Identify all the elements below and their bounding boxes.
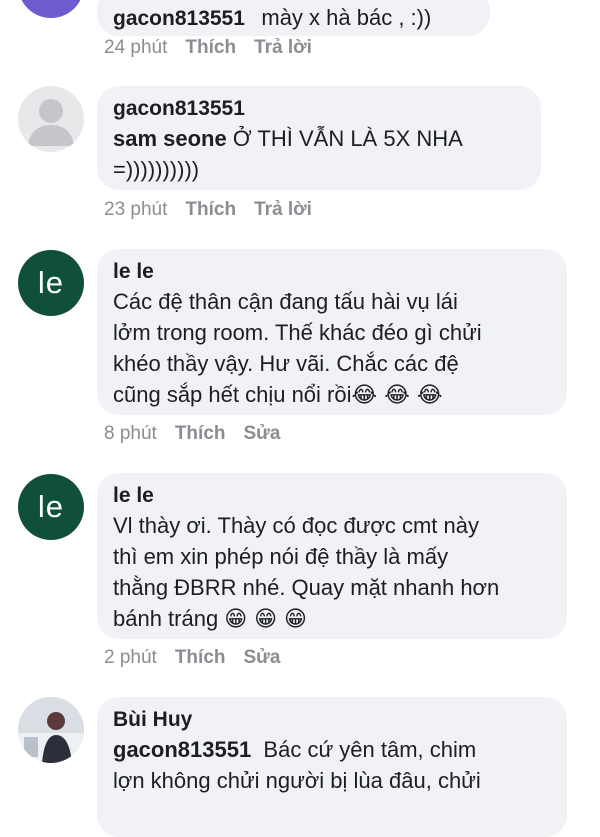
reply-button[interactable]: Trả lời [254,199,312,221]
comment-author[interactable]: le le [113,482,551,510]
comment-meta: 23 phút Thích Trả lời [104,199,312,221]
comment-time: 23 phút [104,199,168,220]
comment-text: gacon813551 Bác cứ yên tâm, chim lợn khô… [113,737,481,793]
reply-button[interactable]: Trả lời [254,37,312,59]
comment-text: Các đệ thân cận đang tấu hài vụ lái lởm … [113,289,482,408]
like-button[interactable]: Thích [185,199,236,221]
comment-time: 8 phút [104,423,157,444]
comment-text: mày x hà bác , :)) [261,5,432,30]
comment-bubble: le le Vl thày ơi. Thày có đọc được cmt n… [97,473,567,639]
comment-time: 24 phút [104,37,168,58]
comment-author[interactable]: gacon813551 [113,95,525,123]
avatar[interactable] [18,86,84,152]
mention-link[interactable]: gacon813551 [113,737,251,762]
comment-time: 2 phút [104,647,157,668]
comment-author[interactable]: gacon813551 [113,7,245,30]
user-photo-icon [18,697,84,763]
comment-author[interactable]: le le [113,258,551,286]
like-button[interactable]: Thích [175,423,226,445]
comment-meta: 24 phút Thích Trả lời [104,37,312,59]
grinning-emoji: 😁 😁 😁 [224,607,307,632]
comment-text: sam seone Ở THÌ VẪN LÀ 5X NHA =)))))))))… [113,126,463,182]
avatar[interactable]: le [18,250,84,316]
comment-author[interactable]: Bùi Huy [113,706,551,734]
comment-text: Vl thày ơi. Thày có đọc được cmt này thì… [113,513,500,632]
comment-bubble: le le Các đệ thân cận đang tấu hài vụ lá… [97,249,567,415]
mention-link[interactable]: sam seone [113,126,227,151]
laughing-emoji: 😂 😂 😂 [351,383,443,408]
edit-button[interactable]: Sửa [244,423,281,445]
avatar[interactable] [18,697,84,763]
comment-meta: 8 phút Thích Sửa [104,423,281,445]
avatar[interactable] [18,0,84,18]
comment-bubble: Bùi Huy gacon813551 Bác cứ yên tâm, chim… [97,697,567,837]
comment-bubble: gacon813551 mày x hà bác , :)) [97,0,490,36]
avatar[interactable]: le [18,474,84,540]
like-button[interactable]: Thích [185,37,236,59]
comment-bubble: gacon813551 sam seone Ở THÌ VẪN LÀ 5X NH… [97,86,541,190]
like-button[interactable]: Thích [175,647,226,669]
edit-button[interactable]: Sửa [244,647,281,669]
comment-meta: 2 phút Thích Sửa [104,647,281,669]
default-user-icon [28,99,74,146]
